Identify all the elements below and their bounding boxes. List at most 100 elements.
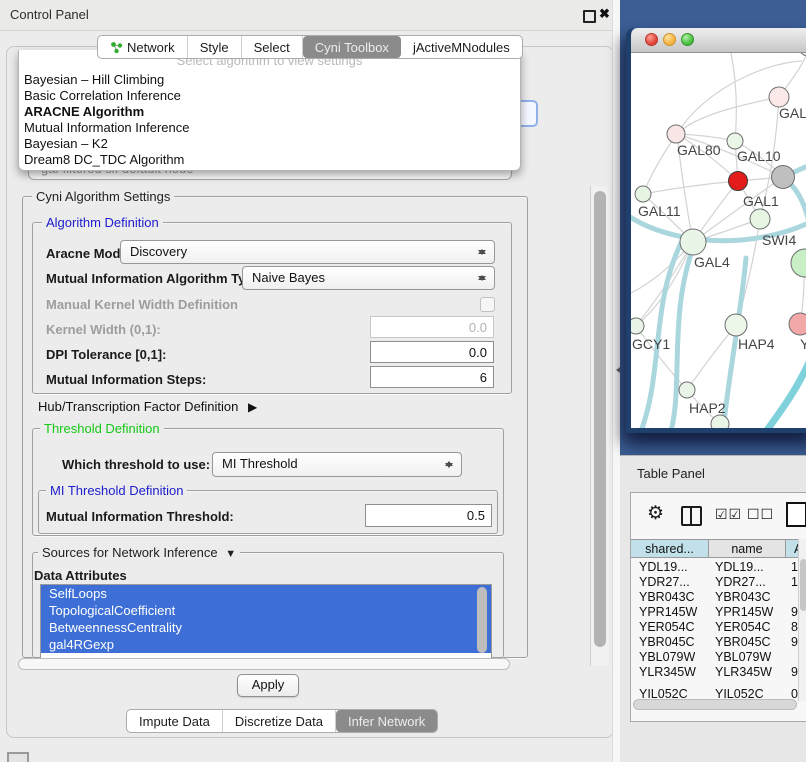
float-window-icon[interactable] <box>583 10 596 23</box>
mi-steps-field[interactable]: 6 <box>370 366 494 388</box>
list-item[interactable]: gal4RGexp <box>41 636 491 653</box>
node-y-partial[interactable] <box>789 313 806 335</box>
node-gray[interactable] <box>772 166 795 189</box>
network-window[interactable]: GAL GAL80 GAL10 GAL1 GAL11 SWI4 GAL4 GCY… <box>626 28 806 433</box>
deselect-all-checkboxes-icon[interactable]: ☐☐ <box>747 506 774 523</box>
table-cell[interactable]: YER054C <box>715 620 771 634</box>
table-cell[interactable]: YER054C <box>639 620 695 634</box>
vertical-scrollbar-track[interactable] <box>590 186 609 666</box>
mi-threshold-field[interactable]: 0.5 <box>365 504 492 527</box>
sources-title-label: Sources for Network Inference <box>42 545 218 560</box>
select-all-checkboxes-icon[interactable]: ☑☑ <box>715 506 742 523</box>
table-cell[interactable]: YIL052C <box>715 687 764 699</box>
table-cell[interactable]: YBR043C <box>639 590 695 604</box>
algorithm-definition-title: Algorithm Definition <box>42 215 163 230</box>
apply-button[interactable]: Apply <box>237 674 299 697</box>
tab-discretize-data[interactable]: Discretize Data <box>223 710 336 732</box>
table-horizontal-scrollbar[interactable] <box>633 699 797 710</box>
node-label: SWI4 <box>762 232 796 248</box>
node-gal1[interactable] <box>750 209 770 229</box>
zoom-traffic-light[interactable] <box>681 33 694 46</box>
tab-style[interactable]: Style <box>188 36 242 58</box>
table-cell[interactable]: YPR145W <box>639 605 697 619</box>
tab-infer-network[interactable]: Infer Network <box>336 710 437 732</box>
table-cell[interactable]: YBL079W <box>639 650 695 664</box>
tab-cyni-toolbox[interactable]: Cyni Toolbox <box>303 36 401 58</box>
attribute-list-scrollbar[interactable] <box>477 587 487 653</box>
column-header-name[interactable]: name <box>709 539 786 558</box>
node-gcy1[interactable] <box>631 318 644 334</box>
gear-icon[interactable]: ⚙ <box>647 504 664 523</box>
horizontal-scrollbar[interactable] <box>18 658 510 670</box>
algorithm-option-selected[interactable]: ARACNE Algorithm <box>22 104 518 120</box>
table-cell[interactable]: YBR045C <box>639 635 695 649</box>
minimize-traffic-light[interactable] <box>663 33 676 46</box>
network-window-titlebar[interactable] <box>631 28 806 53</box>
list-item[interactable]: TopologicalCoefficient <box>41 602 491 619</box>
node-gal80[interactable] <box>667 125 685 143</box>
node-swi4[interactable] <box>791 249 806 277</box>
node-gal4[interactable] <box>680 229 706 255</box>
table-cell[interactable]: YDL19... <box>639 560 688 574</box>
new-table-icon[interactable] <box>786 502 806 527</box>
node-label: GAL1 <box>743 193 779 209</box>
close-traffic-light[interactable] <box>645 33 658 46</box>
table-vertical-scrollbar[interactable] <box>798 539 806 701</box>
bottom-tabbar: Impute Data Discretize Data Infer Networ… <box>126 709 438 733</box>
node-label: HAP2 <box>689 400 726 416</box>
table-cell[interactable]: YPR145W <box>715 605 773 619</box>
tab-network[interactable]: Network <box>98 36 188 58</box>
table-cell[interactable]: YBL079W <box>715 650 771 664</box>
table-cell[interactable]: YLR345W <box>639 665 696 679</box>
close-icon[interactable]: ✖ <box>599 6 610 22</box>
table-cell[interactable]: YLR345W <box>715 665 772 679</box>
column-header-shared-name[interactable]: shared... <box>631 539 709 558</box>
table-cell[interactable]: YDL19... <box>715 560 764 574</box>
splitter-collapse-icon[interactable] <box>613 367 620 373</box>
manual-kernel-checkbox[interactable] <box>480 297 495 312</box>
kernel-width-field[interactable]: 0.0 <box>370 316 494 338</box>
table-cell[interactable]: YIL052C <box>639 687 688 699</box>
hub-definition-toggle[interactable]: Hub/Transcription Factor Definition ▶ <box>38 399 257 414</box>
tab-impute-data[interactable]: Impute Data <box>127 710 223 732</box>
table-cell[interactable]: YDR27... <box>639 575 690 589</box>
algorithm-option[interactable]: Mutual Information Inference <box>22 120 518 136</box>
node-hap2[interactable] <box>679 382 695 398</box>
table-panel: Table Panel ⚙ ☑☑ ☐☐ shared... name A YDL… <box>620 455 806 762</box>
node-gal11[interactable] <box>635 186 651 202</box>
algorithm-option[interactable]: Bayesian – K2 <box>22 136 518 152</box>
tab-impute-label: Impute Data <box>139 714 210 729</box>
node-selected-red[interactable] <box>729 172 748 191</box>
node-gal10[interactable] <box>727 133 743 149</box>
dpi-tolerance-field[interactable]: 0.0 <box>370 341 494 363</box>
tab-select[interactable]: Select <box>242 36 303 58</box>
table-cell[interactable]: YBR043C <box>715 590 771 604</box>
table-cell[interactable]: YBR045C <box>715 635 771 649</box>
cyni-settings-title: Cyni Algorithm Settings <box>32 189 174 204</box>
node-label: HAP4 <box>738 336 775 352</box>
list-item[interactable]: BetweennessCentrality <box>41 619 491 636</box>
node-partial-top[interactable] <box>799 53 806 56</box>
columns-icon[interactable] <box>681 506 702 526</box>
sources-title[interactable]: Sources for Network Inference ▼ <box>38 545 240 560</box>
which-threshold-value: MI Threshold <box>222 456 298 471</box>
tab-jactivemnodules[interactable]: jActiveMNodules <box>401 36 522 58</box>
node-hap4[interactable] <box>725 314 747 336</box>
list-item[interactable]: SelfLoops <box>41 585 491 602</box>
mi-type-combo[interactable]: Naive Bayes <box>242 266 495 290</box>
mi-threshold-label: Mutual Information Threshold: <box>46 509 234 524</box>
algorithm-option[interactable]: Dream8 DC_TDC Algorithm <box>22 152 518 168</box>
network-canvas[interactable]: GAL GAL80 GAL10 GAL1 GAL11 SWI4 GAL4 GCY… <box>631 53 806 428</box>
aracne-mode-combo[interactable]: Discovery <box>120 240 495 264</box>
which-threshold-combo[interactable]: MI Threshold <box>212 452 462 477</box>
node-gal-partial[interactable] <box>769 87 789 107</box>
node-bottom-partial[interactable] <box>711 415 729 428</box>
algorithm-option[interactable]: Bayesian – Hill Climbing <box>22 72 518 88</box>
table-vscroll-thumb[interactable] <box>800 559 806 611</box>
mi-type-value: Naive Bayes <box>252 270 325 285</box>
table-cell[interactable]: YDR27... <box>715 575 766 589</box>
minimized-panel-icon[interactable] <box>7 752 29 762</box>
vertical-scrollbar-thumb[interactable] <box>594 191 606 647</box>
algorithm-option[interactable]: Basic Correlation Inference <box>22 88 518 104</box>
node-label: GAL4 <box>694 254 730 270</box>
